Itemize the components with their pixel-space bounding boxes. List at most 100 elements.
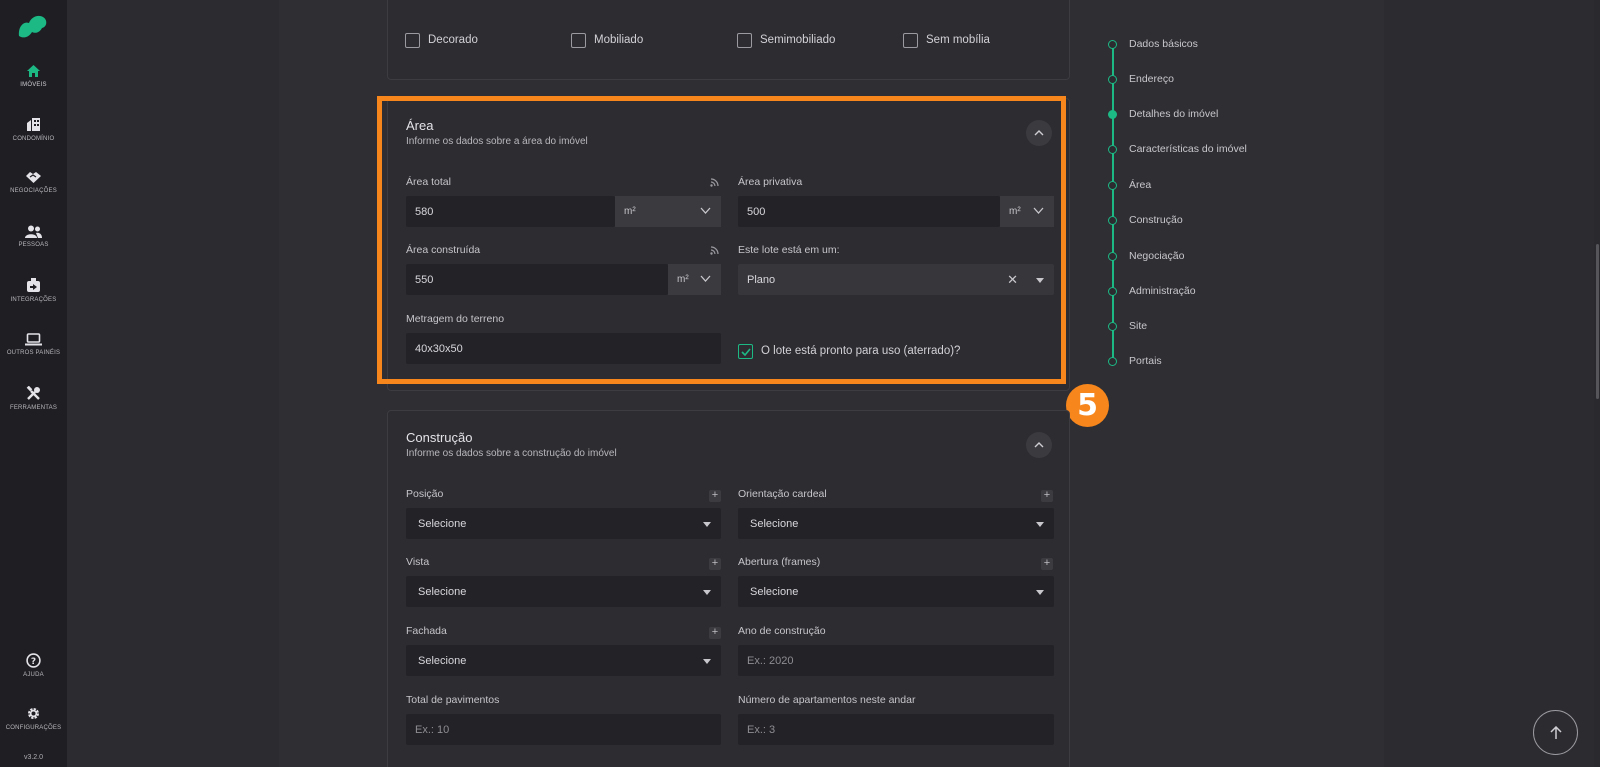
nav-label: INTEGRAÇÕES [10,297,57,303]
nav-item-ferramentas[interactable]: FERRAMENTAS [0,386,67,411]
nav-label: AJUDA [23,672,44,678]
gear-icon [28,708,39,719]
home-icon [27,65,40,77]
posicao-select[interactable]: Selecione [406,508,721,539]
orientacao-label: Orientação cardeal [738,488,827,500]
app-version: v3.2.0 [23,754,44,761]
add-fachada-button[interactable]: + [709,627,721,639]
checkbox-label: Sem mobília [926,34,990,46]
step-dot [1108,357,1117,366]
caret-down-icon [703,522,711,527]
nav-label: PESSOAS [18,242,49,248]
step-label: Características do imóvel [1129,143,1247,155]
step-construcao[interactable]: Construção [1108,214,1368,228]
step-area[interactable]: Área [1108,179,1368,193]
pavimentos-input[interactable]: Ex.: 10 [406,714,721,745]
apartamentos-input[interactable]: Ex.: 3 [738,714,1054,745]
checkbox-label: Semimobiliado [760,34,836,46]
select-value: Selecione [750,585,799,598]
step-dot [1108,75,1117,84]
nav-item-configuracoes[interactable]: CONFIGURAÇÕES [0,706,67,731]
construcao-card: Construção Informe os dados sobre a cons… [387,410,1070,767]
nav-item-negociacoes[interactable]: NEGOCIAÇÕES [0,171,67,194]
add-orientacao-button[interactable]: + [1041,490,1053,502]
checkbox-semimobiliado[interactable] [737,33,752,48]
select-value: Selecione [418,517,467,530]
section-subtitle: Informe os dados sobre a construção do i… [406,448,617,459]
abertura-select[interactable]: Selecione [738,576,1054,607]
caret-down-icon [1036,590,1044,595]
caret-down-icon [1036,522,1044,527]
nav-label: CONDOMÍNIO [12,136,55,142]
step-administracao[interactable]: Administração [1108,285,1368,299]
ano-label: Ano de construção [738,625,826,637]
step-portais[interactable]: Portais [1108,355,1368,369]
step-label: Endereço [1129,73,1174,85]
step-dot [1108,322,1117,331]
fachada-label: Fachada [406,625,447,637]
checkbox-mobiliado[interactable] [571,33,586,48]
step-label: Dados básicos [1129,38,1198,50]
brand-logo-icon[interactable] [16,12,50,40]
step-label: Administração [1129,285,1196,297]
step-label: Construção [1129,214,1183,226]
handshake-icon [26,172,41,183]
checkbox-label: Decorado [428,34,478,46]
checkbox-sem-mobilia[interactable] [903,33,918,48]
step-detalhes-do-imovel[interactable]: Detalhes do imóvel [1108,108,1368,122]
page-background [67,0,279,767]
caret-down-icon [703,590,711,595]
nav-item-imoveis[interactable]: IMÓVEIS [0,64,67,88]
add-vista-button[interactable]: + [709,558,721,570]
step-dados-basicos[interactable]: Dados básicos [1108,38,1368,52]
step-dot [1108,287,1117,296]
add-posicao-button[interactable]: + [709,490,721,502]
nav-label: CONFIGURAÇÕES [5,725,62,731]
step-endereco[interactable]: Endereço [1108,73,1368,87]
step-site[interactable]: Site [1108,320,1368,334]
ano-input[interactable]: Ex.: 2020 [738,645,1054,676]
step-dot [1108,181,1117,190]
select-value: Selecione [418,585,467,598]
apartamentos-label: Número de apartamentos neste andar [738,694,916,706]
step-label: Portais [1129,355,1162,367]
nav-label: NEGOCIAÇÕES [10,188,57,194]
caret-down-icon [703,659,711,664]
checkbox-decorado[interactable] [405,33,420,48]
pavimentos-label: Total de pavimentos [406,694,500,706]
fachada-select[interactable]: Selecione [406,645,721,676]
tools-icon [26,386,40,400]
step-dot [1108,252,1117,261]
add-abertura-button[interactable]: + [1041,558,1053,570]
select-value: Selecione [750,517,799,530]
step-negociacao[interactable]: Negociação [1108,250,1368,264]
step-caracteristicas[interactable]: Características do imóvel [1108,143,1368,157]
nav-item-condominio[interactable]: CONDOMÍNIO [0,117,67,142]
people-icon [25,225,42,238]
nav-label: OUTROS PAINÉIS [6,350,61,356]
nav-item-pessoas[interactable]: PESSOAS [0,225,67,248]
scrollbar-thumb[interactable] [1596,244,1599,399]
step-label: Detalhes do imóvel [1129,108,1219,120]
arrow-up-icon [1549,725,1562,739]
checkbox-label: Mobiliado [594,34,644,46]
collapse-button[interactable] [1026,432,1052,458]
step-dot [1108,110,1117,119]
step-dot [1108,216,1117,225]
nav-item-ajuda[interactable]: ? AJUDA [0,653,67,678]
step-label: Site [1129,320,1148,332]
nav-item-outros-paineis[interactable]: OUTROS PAINÉIS [0,333,67,356]
posicao-label: Posição [406,488,444,500]
right-margin [1384,0,1600,767]
highlight-frame [377,96,1066,384]
section-title: Construção [406,430,473,445]
nav-label: FERRAMENTAS [9,405,58,411]
step-dot [1108,40,1117,49]
chevron-up-icon [1034,442,1044,448]
vista-select[interactable]: Selecione [406,576,721,607]
left-navigation: IMÓVEIS CONDOMÍNIO NEGOCIAÇÕES PESSOAS I… [0,0,67,767]
scroll-to-top-button[interactable] [1533,710,1578,755]
orientacao-select[interactable]: Selecione [738,508,1054,539]
step-label: Área [1129,179,1152,191]
nav-item-integracoes[interactable]: INTEGRAÇÕES [0,278,67,303]
